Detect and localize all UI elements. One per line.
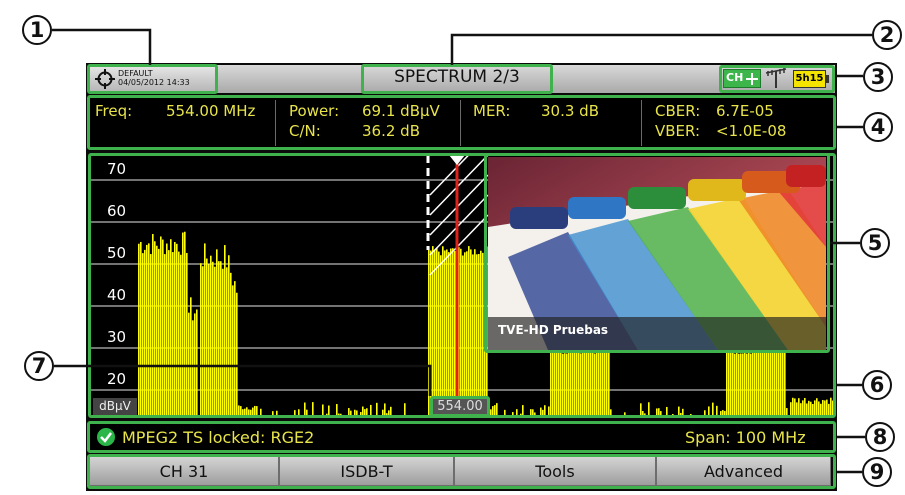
callout-marker: 8 [865,422,895,452]
callout-marker: 1 [22,15,52,45]
callout-marker: 9 [862,457,892,487]
callout-marker: 6 [862,370,892,400]
callout-marker: 4 [863,112,893,142]
callout-marker: 5 [860,228,890,258]
callout-marker: 2 [872,20,902,50]
callout-marker: 3 [863,62,893,92]
callout-leaders [52,28,872,474]
callout-marker: 7 [24,351,54,381]
